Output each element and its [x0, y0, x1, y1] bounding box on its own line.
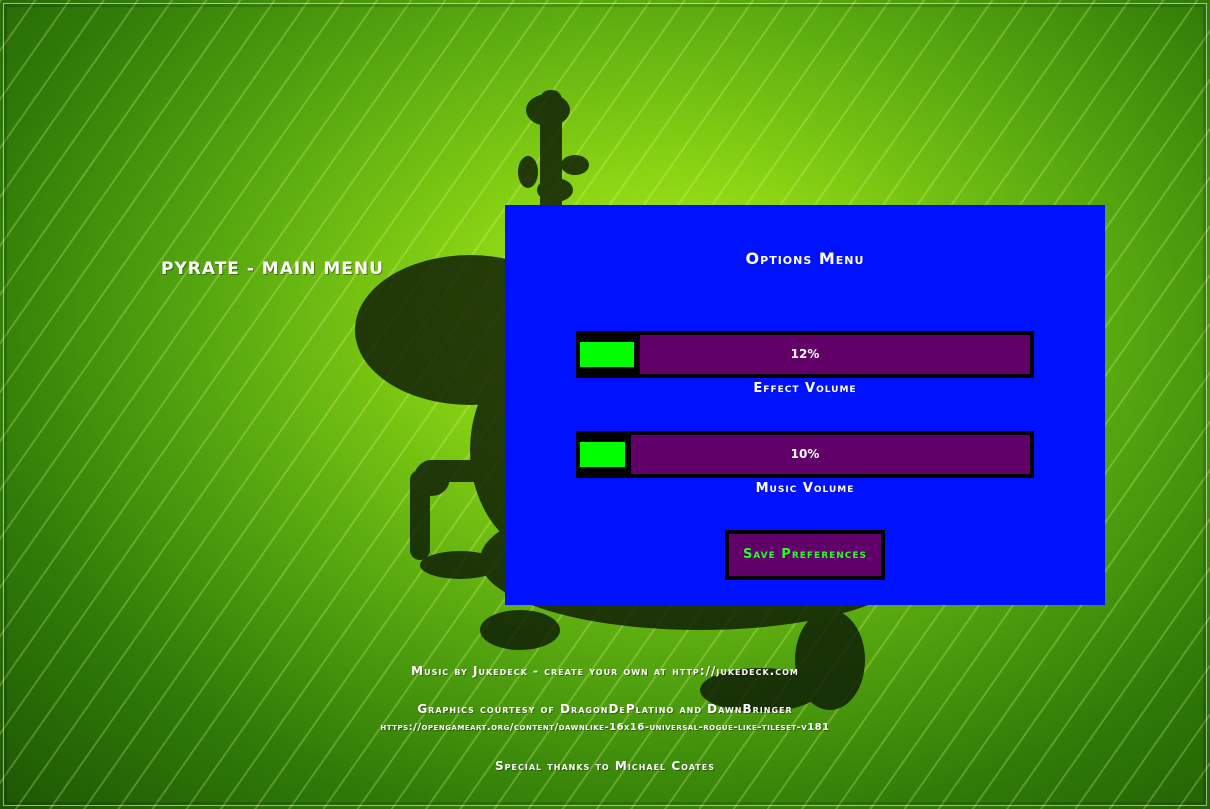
music-volume-slider[interactable]: 10%	[576, 431, 1034, 478]
music-volume-value: 10%	[790, 447, 820, 461]
special-thanks: Special thanks to Michael Coates	[495, 759, 715, 773]
effect-volume-slider[interactable]: 12%	[576, 331, 1034, 378]
effect-volume-label: Effect Volume	[753, 381, 857, 396]
options-menu-title: Options Menu	[745, 249, 865, 268]
music-credit: Music by Jukedeck - create your own at h…	[411, 664, 799, 678]
graphics-credit-url: https://opengameart.org/content/dawnlike…	[380, 722, 830, 733]
graphics-credit: Graphics courtesy of DragonDePlatino and…	[417, 702, 793, 716]
save-preferences-button[interactable]: Save Preferences	[725, 530, 885, 580]
main-menu-title: PYRATE - MAIN MENU	[161, 259, 384, 279]
save-preferences-label[interactable]: Save Preferences	[729, 534, 881, 576]
effect-volume-value: 12%	[790, 347, 820, 361]
options-panel: Options Menu 12% Effect Volume 10% Music…	[505, 205, 1105, 605]
music-volume-label: Music Volume	[755, 481, 855, 496]
